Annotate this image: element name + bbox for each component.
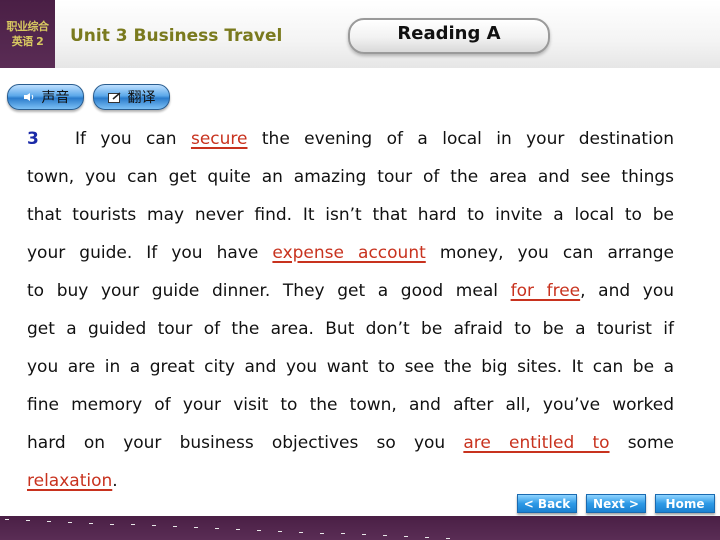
reading-passage: 3 If you can secure the evening of a loca… bbox=[27, 120, 674, 500]
passage-text: fine memory of your visit to the town, a… bbox=[27, 395, 674, 415]
footer-dash-decoration bbox=[383, 535, 387, 537]
footer-dash-decoration bbox=[320, 532, 324, 534]
footer-dash-decoration bbox=[278, 530, 282, 532]
vocab-link[interactable]: secure bbox=[191, 129, 248, 149]
passage-line: that tourists may never find. It isn’t t… bbox=[27, 196, 674, 234]
passage-text: get a guided tour of the area. But don’t… bbox=[27, 319, 674, 339]
home-button[interactable]: Home bbox=[655, 494, 715, 513]
footer-dash-decoration bbox=[131, 524, 135, 526]
footer-dash-decoration bbox=[299, 531, 303, 533]
footer-bar bbox=[0, 516, 720, 540]
passage-text: If you can bbox=[75, 129, 191, 149]
footer-dash-decoration bbox=[362, 534, 366, 536]
passage-text: your guide. If you have bbox=[27, 243, 273, 263]
edit-note-icon bbox=[107, 91, 122, 103]
footer-dash-decoration bbox=[404, 536, 408, 538]
footer-dash-decoration bbox=[110, 523, 114, 525]
passage-text: some bbox=[609, 433, 674, 453]
passage-text: the evening of a local in your destinati… bbox=[247, 129, 674, 149]
footer-dash-decoration bbox=[236, 528, 240, 530]
logo-line-1: 职业综合 bbox=[6, 20, 50, 33]
footer-dash-decoration bbox=[194, 527, 198, 529]
passage-line: 3 If you can secure the evening of a loca… bbox=[27, 120, 674, 158]
paragraph-number: 3 bbox=[27, 129, 39, 149]
course-logo: 职业综合 英语 2 bbox=[0, 0, 55, 68]
vocab-link[interactable]: relaxation bbox=[27, 471, 112, 491]
footer-dash-decoration bbox=[47, 520, 51, 522]
passage-line: hard on your business objectives so you … bbox=[27, 424, 674, 462]
section-label: Reading A bbox=[397, 22, 501, 44]
passage-line: town, you can get quite an amazing tour … bbox=[27, 158, 674, 196]
footer-dash-decoration bbox=[425, 537, 429, 538]
back-button[interactable]: < Back bbox=[517, 494, 577, 513]
vocab-link[interactable]: are entitled to bbox=[463, 433, 609, 453]
section-label-pill: Reading A bbox=[348, 18, 550, 54]
sound-label: 声音 bbox=[41, 90, 70, 106]
footer-dash-decoration bbox=[89, 522, 93, 524]
footer-dash-decoration bbox=[215, 528, 219, 529]
footer-dash-decoration bbox=[5, 519, 9, 520]
passage-text: , and you bbox=[580, 281, 674, 301]
vocab-link[interactable]: for free bbox=[511, 281, 581, 301]
passage-text: that tourists may never find. It isn’t t… bbox=[27, 205, 674, 225]
passage-line: to buy your guide dinner. They get a goo… bbox=[27, 272, 674, 310]
sound-button[interactable]: 声音 bbox=[7, 84, 84, 110]
footer-dash-decoration bbox=[152, 525, 156, 527]
passage-text: money, you can arrange bbox=[425, 243, 674, 263]
passage-text: hard on your business objectives so you bbox=[27, 433, 464, 453]
passage-text: you are in a great city and you want to … bbox=[27, 357, 674, 377]
translate-label: 翻译 bbox=[127, 90, 156, 106]
passage-text: town, you can get quite an amazing tour … bbox=[27, 167, 674, 187]
header-bar: 职业综合 英语 2 Unit 3 Business Travel Reading… bbox=[0, 0, 720, 68]
vocab-link[interactable]: expense account bbox=[272, 243, 425, 263]
passage-line: get a guided tour of the area. But don’t… bbox=[27, 310, 674, 348]
speaker-icon bbox=[22, 91, 36, 103]
translate-button[interactable]: 翻译 bbox=[93, 84, 170, 110]
passage-line: your guide. If you have expense account … bbox=[27, 234, 674, 272]
footer-dash-decoration bbox=[341, 533, 345, 535]
logo-line-2: 英语 2 bbox=[11, 35, 44, 48]
next-button[interactable]: Next > bbox=[586, 494, 646, 513]
footer-dash-decoration bbox=[68, 521, 72, 523]
footer-dash-decoration bbox=[26, 519, 30, 521]
footer-dash-decoration bbox=[173, 526, 177, 528]
passage-line: fine memory of your visit to the town, a… bbox=[27, 386, 674, 424]
passage-text: . bbox=[112, 471, 118, 491]
passage-text: to buy your guide dinner. They get a goo… bbox=[27, 281, 511, 301]
footer-dash-decoration bbox=[446, 537, 450, 539]
footer-dash-decoration bbox=[257, 529, 261, 531]
unit-title: Unit 3 Business Travel bbox=[70, 26, 283, 46]
passage-line: you are in a great city and you want to … bbox=[27, 348, 674, 386]
